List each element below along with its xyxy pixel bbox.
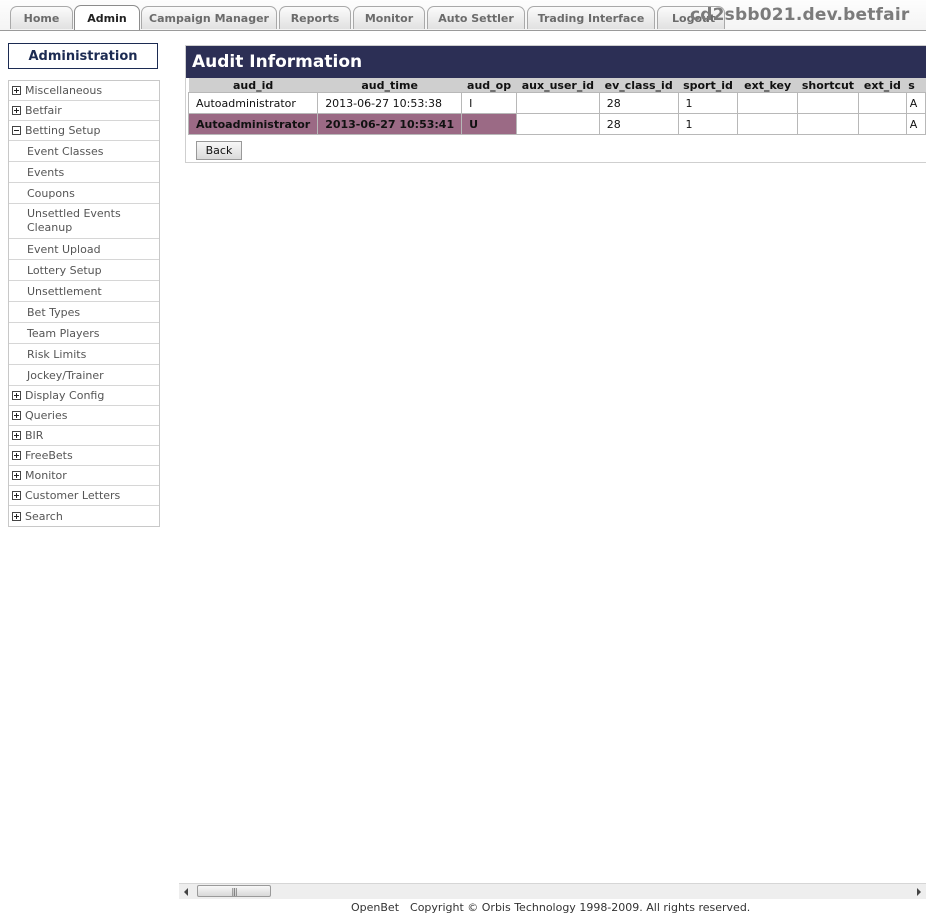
- sidebar-item-label: Display Config: [25, 389, 105, 402]
- sidebar-item-event-classes[interactable]: Event Classes: [9, 141, 159, 162]
- sidebar-item-team-players[interactable]: Team Players: [9, 323, 159, 344]
- table-header-row: aud_id aud_time aud_op aux_user_id ev_cl…: [188, 78, 926, 93]
- table-row[interactable]: Autoadministrator 2013-06-27 10:53:38 I …: [187, 92, 926, 114]
- tab-trading-interface[interactable]: Trading Interface: [527, 6, 655, 29]
- sidebar-item-label: Betting Setup: [25, 124, 101, 137]
- horizontal-scrollbar[interactable]: |||: [179, 883, 926, 899]
- sidebar-item-label: Betfair: [25, 104, 62, 117]
- sidebar-item-bir[interactable]: BIR: [9, 426, 159, 446]
- table-cell: A: [905, 113, 926, 135]
- plus-icon[interactable]: [12, 491, 21, 500]
- table-cell: I: [461, 92, 517, 114]
- footer: OpenBet Copyright © Orbis Technology 1998…: [351, 901, 750, 914]
- plus-icon[interactable]: [12, 106, 21, 115]
- table-cell: 1: [677, 113, 739, 135]
- audit-panel: Audit Information aud_id aud_time aud_op…: [185, 45, 926, 163]
- plus-icon[interactable]: [12, 411, 21, 420]
- column-header: s: [906, 78, 926, 93]
- column-header: shortcut: [797, 78, 859, 93]
- page-title: Audit Information: [186, 46, 926, 78]
- sidebar-menu: Miscellaneous Betfair Betting Setup Even…: [8, 80, 160, 527]
- sidebar-item-betfair[interactable]: Betfair: [9, 101, 159, 121]
- sidebar-item-monitor[interactable]: Monitor: [9, 466, 159, 486]
- sidebar-item-bet-types[interactable]: Bet Types: [9, 302, 159, 323]
- sidebar-title: Administration: [8, 43, 158, 69]
- sidebar-item-unsettlement[interactable]: Unsettlement: [9, 281, 159, 302]
- sidebar-item-jockey-trainer[interactable]: Jockey/Trainer: [9, 365, 159, 386]
- plus-icon[interactable]: [12, 391, 21, 400]
- tab-monitor[interactable]: Monitor: [353, 6, 425, 29]
- plus-icon[interactable]: [12, 471, 21, 480]
- footer-copyright: Copyright © Orbis Technology 1998-2009. …: [410, 901, 751, 914]
- column-header: ev_class_id: [599, 78, 679, 93]
- column-header: ext_id: [858, 78, 907, 93]
- table-cell: Autoadministrator: [187, 113, 319, 135]
- table-cell: [515, 113, 600, 135]
- sidebar-item-label: Search: [25, 509, 63, 523]
- plus-icon[interactable]: [12, 451, 21, 460]
- table-cell: 28: [598, 113, 679, 135]
- back-button[interactable]: Back: [196, 141, 242, 160]
- sidebar-item-lottery-setup[interactable]: Lottery Setup: [9, 260, 159, 281]
- sidebar-item-label: Miscellaneous: [25, 84, 103, 97]
- minus-icon[interactable]: [12, 126, 21, 135]
- table-cell: [515, 92, 600, 114]
- tab-admin[interactable]: Admin: [74, 5, 140, 30]
- sidebar-item-label: BIR: [25, 429, 44, 442]
- column-header: aux_user_id: [516, 78, 600, 93]
- hostname-label: cd2sbb021.dev.betfair: [690, 5, 910, 25]
- sidebar-item-queries[interactable]: Queries: [9, 406, 159, 426]
- tab-reports[interactable]: Reports: [279, 6, 351, 29]
- scroll-right-icon[interactable]: [917, 888, 921, 896]
- tab-auto-settler[interactable]: Auto Settler: [427, 6, 525, 29]
- table-cell: [858, 92, 907, 114]
- column-header: aud_id: [188, 78, 318, 93]
- table-cell: [737, 92, 798, 114]
- plus-icon[interactable]: [12, 431, 21, 440]
- sidebar-item-label: Monitor: [25, 469, 67, 482]
- table-cell: A: [905, 92, 926, 114]
- scroll-left-icon[interactable]: [184, 888, 188, 896]
- table-cell: 2013-06-27 10:53:41: [317, 113, 463, 135]
- plus-icon[interactable]: [12, 511, 21, 521]
- table-cell: U: [461, 113, 517, 135]
- plus-icon[interactable]: [12, 86, 21, 95]
- sidebar-item-search[interactable]: Search: [9, 506, 159, 526]
- sidebar-item-customer-letters[interactable]: Customer Letters: [9, 486, 159, 506]
- column-header: aud_time: [317, 78, 462, 93]
- table-cell: [737, 113, 798, 135]
- column-header: sport_id: [678, 78, 738, 93]
- audit-table: aud_id aud_time aud_op aux_user_id ev_cl…: [187, 78, 926, 135]
- sidebar-item-freebets[interactable]: FreeBets: [9, 446, 159, 466]
- sidebar-item-unsettled-events-cleanup[interactable]: Unsettled Events Cleanup: [9, 204, 159, 239]
- sidebar-item-label: FreeBets: [25, 449, 73, 462]
- table-cell: 2013-06-27 10:53:38: [317, 92, 463, 114]
- top-nav-bar: Home Admin Campaign Manager Reports Moni…: [0, 0, 926, 31]
- table-cell: Autoadministrator: [187, 92, 319, 114]
- sidebar-item-coupons[interactable]: Coupons: [9, 183, 159, 204]
- table-cell: 1: [677, 92, 739, 114]
- footer-product: OpenBet: [351, 901, 400, 914]
- sidebar-item-event-upload[interactable]: Event Upload: [9, 239, 159, 260]
- sidebar-item-miscellaneous[interactable]: Miscellaneous: [9, 81, 159, 101]
- table-cell: [796, 113, 860, 135]
- table-cell: 28: [598, 92, 679, 114]
- sidebar-item-events[interactable]: Events: [9, 162, 159, 183]
- table-row-highlighted[interactable]: Autoadministrator 2013-06-27 10:53:41 U …: [187, 113, 926, 135]
- tab-campaign-manager[interactable]: Campaign Manager: [141, 6, 277, 29]
- sidebar-item-display-config[interactable]: Display Config: [9, 386, 159, 406]
- table-cell: [796, 92, 860, 114]
- sidebar-item-label: Customer Letters: [25, 489, 121, 502]
- column-header: ext_key: [737, 78, 798, 93]
- table-cell: [858, 113, 907, 135]
- sidebar-item-risk-limits[interactable]: Risk Limits: [9, 344, 159, 365]
- tab-home[interactable]: Home: [10, 6, 73, 29]
- sidebar-item-label: Queries: [25, 409, 68, 422]
- sidebar-item-betting-setup[interactable]: Betting Setup: [9, 121, 159, 141]
- column-header: aud_op: [461, 78, 517, 93]
- scrollbar-thumb[interactable]: |||: [197, 885, 271, 897]
